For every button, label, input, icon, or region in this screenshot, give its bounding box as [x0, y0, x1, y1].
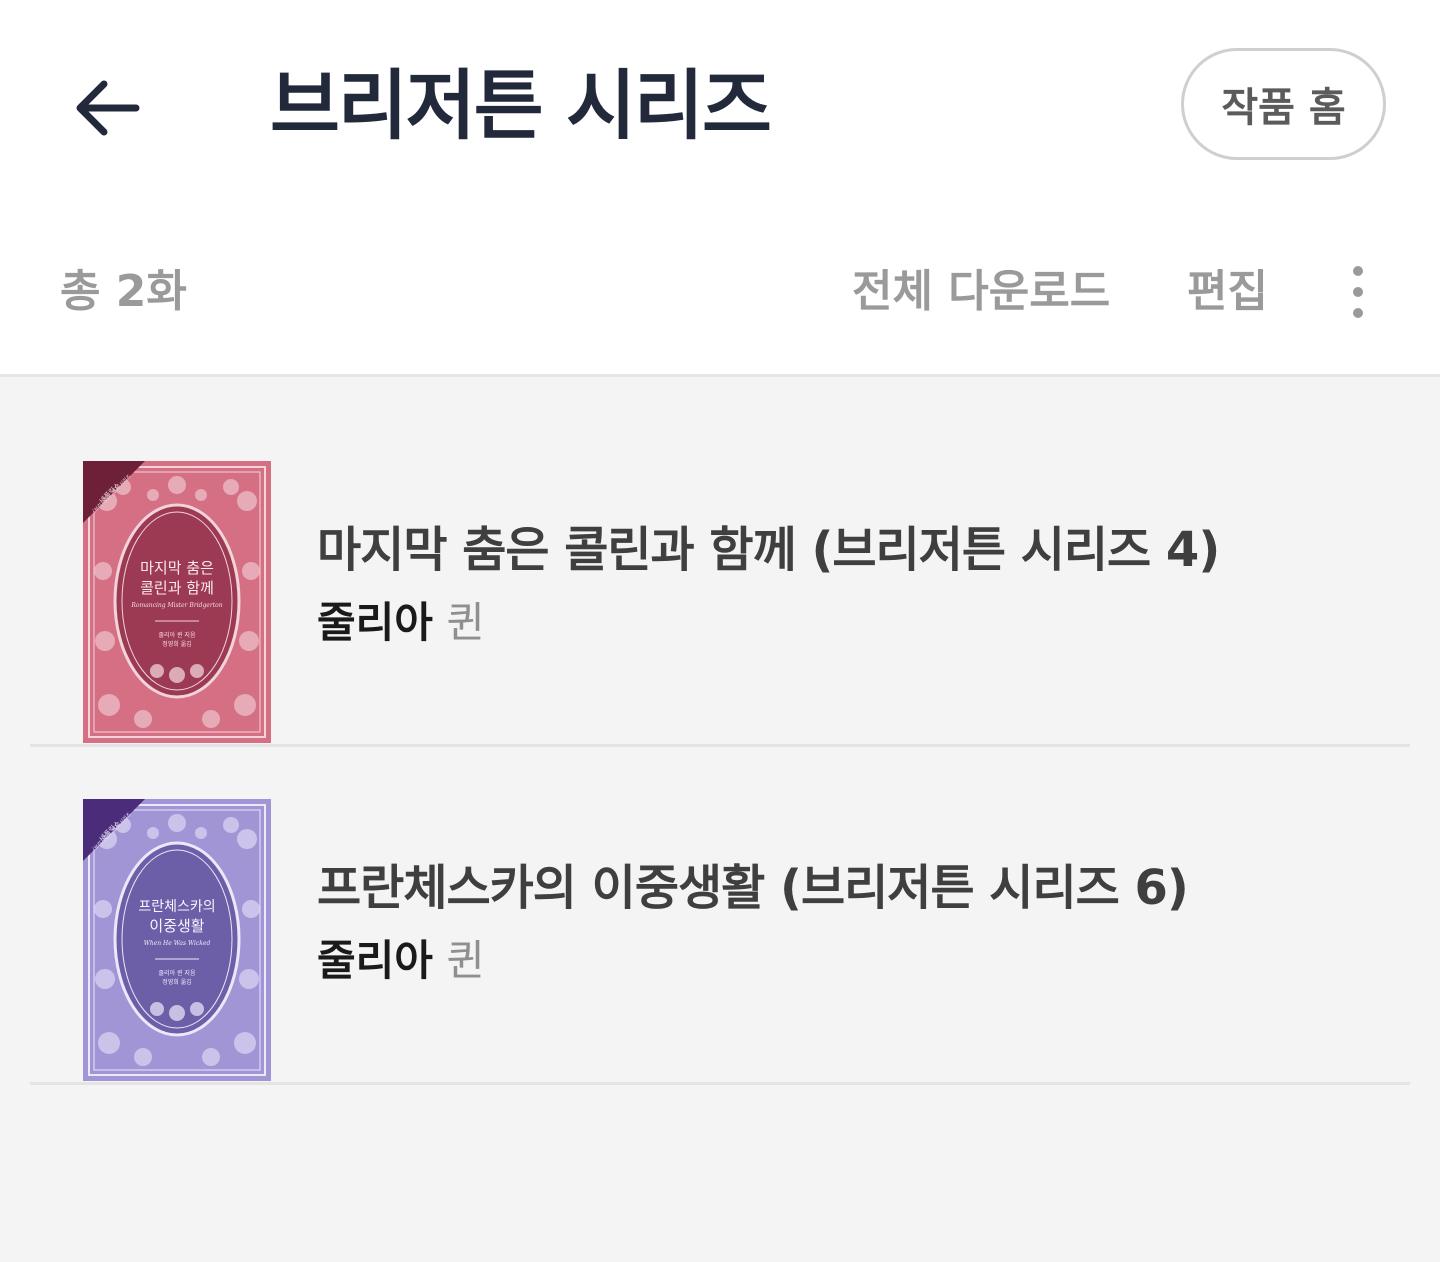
cover-title-line2: 콜린과 함께	[140, 579, 214, 597]
author-first-name: 줄리아	[317, 598, 433, 647]
book-title[interactable]: 마지막 춤은 콜린과 함께 (브리저튼 시리즈 4)	[317, 520, 1220, 580]
cover-title-line2: 이중생활	[149, 917, 204, 935]
cover-title-line1: 마지막 춤은	[140, 559, 214, 577]
more-menu-button[interactable]	[1336, 262, 1380, 322]
cover-subtitle: When He Was Wicked	[144, 940, 211, 947]
cover-credit-line2: 정영희 옮김	[162, 978, 192, 986]
page-title: 브리저튼 시리즈	[270, 61, 772, 150]
cover-credit-line1: 줄리아 퀸 지음	[159, 969, 196, 977]
cover-credit-line2: 정영희 옮김	[162, 640, 192, 648]
author-first-name: 줄리아	[317, 936, 433, 985]
top-bar: 브리저튼 시리즈 작품 홈 총 2화 전체 다운로드 편집	[0, 0, 1440, 376]
more-dot-icon	[1353, 308, 1363, 318]
book-row[interactable]: 넷플릭스 〈브리저튼〉 원작 시리즈 마지막 춤은 콜린과 함께 Romanci…	[30, 407, 1410, 747]
cover-title-line1: 프란체스카의	[138, 899, 215, 915]
cover-subtitle: Romancing Mister Bridgerton	[130, 602, 222, 609]
back-button[interactable]	[60, 68, 150, 148]
cover-credit-line1: 줄리아 퀸 지음	[159, 631, 196, 639]
book-cover[interactable]: 넷플릭스 〈브리저튼〉 원작 시리즈 마지막 춤은 콜린과 함께 Romanci…	[83, 461, 271, 743]
book-title[interactable]: 프란체스카의 이중생활 (브리저튼 시리즈 6)	[317, 858, 1189, 918]
book-author: 줄리아 퀸	[317, 933, 485, 989]
book-author: 줄리아 퀸	[317, 595, 485, 651]
back-arrow-icon	[76, 80, 140, 136]
author-last-name: 퀸	[446, 936, 485, 985]
book-cover-art: 넷플릭스 〈브리저튼〉 원작 시리즈 프란체스카의 이중생활 When He W…	[83, 799, 271, 1081]
edit-button[interactable]: 편집	[1187, 262, 1268, 322]
work-home-button[interactable]: 작품 홈	[1181, 48, 1386, 160]
episode-count: 총 2화	[60, 266, 187, 317]
section-divider	[0, 374, 1440, 377]
row-divider	[30, 1082, 1410, 1085]
author-last-name: 퀸	[446, 598, 485, 647]
more-dot-icon	[1353, 266, 1363, 276]
more-dot-icon	[1353, 287, 1363, 297]
download-all-button[interactable]: 전체 다운로드	[852, 262, 1110, 322]
book-cover-art: 넷플릭스 〈브리저튼〉 원작 시리즈 마지막 춤은 콜린과 함께 Romanci…	[83, 461, 271, 743]
book-cover[interactable]: 넷플릭스 〈브리저튼〉 원작 시리즈 프란체스카의 이중생활 When He W…	[83, 799, 271, 1081]
book-row[interactable]: 넷플릭스 〈브리저튼〉 원작 시리즈 프란체스카의 이중생활 When He W…	[30, 745, 1410, 1085]
